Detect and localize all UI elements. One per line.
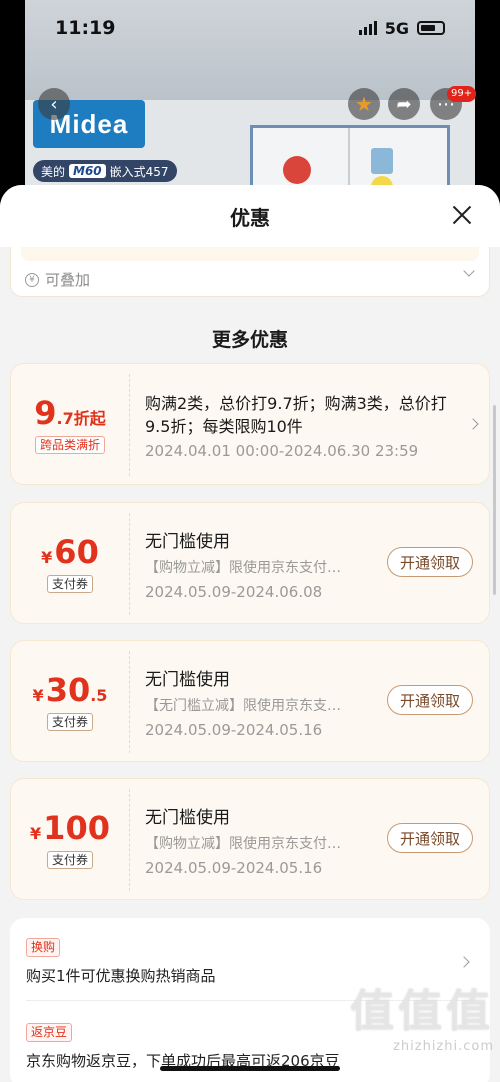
coupon-currency: ¥ — [32, 686, 44, 705]
coupon-amount: 30 — [45, 671, 91, 709]
claim-coupon-button[interactable]: 开通领取 — [387, 823, 473, 853]
signal-icon — [358, 21, 377, 35]
home-indicator[interactable] — [160, 1066, 340, 1071]
network-label: 5G — [384, 18, 409, 38]
coupon-tag: 支付券 — [46, 713, 93, 731]
coupon-currency: ¥ — [41, 548, 53, 567]
watermark: 值值值 zhizhizhi.com — [350, 986, 494, 1054]
sheet-header: 优惠 — [0, 185, 500, 247]
coupon-card: ¥30.5 支付券 无门槛使用 【无门槛立减】限使用京东支… 2024.05.0… — [10, 640, 490, 762]
back-icon[interactable]: ‹ — [38, 88, 70, 120]
coupon-description: 【购物立减】限使用京东支付… — [145, 836, 341, 852]
chevron-right-icon[interactable] — [467, 418, 479, 430]
discount-date: 2024.04.01 00:00-2024.06.30 23:59 — [145, 442, 419, 460]
offers-sheet: 优惠 ¥ 可叠加 更多优惠 9 .7折起 跨品类满折 购满2类，总价打9.7折；… — [0, 185, 500, 1082]
coupon-title: 无门槛使用 — [145, 670, 230, 690]
chevron-down-icon[interactable] — [463, 265, 475, 277]
favorite-icon[interactable]: ★ — [348, 88, 380, 120]
yen-icon: ¥ — [25, 272, 39, 287]
beans-tag: 返京豆 — [26, 1023, 73, 1042]
coupon-card: ¥100 支付券 无门槛使用 【购物立减】限使用京东支付… 2024.05.09… — [10, 778, 490, 900]
coupon-card: ¥60 支付券 无门槛使用 【购物立减】限使用京东支付… 2024.05.09-… — [10, 502, 490, 624]
status-bar: 11:19 5G — [25, 0, 475, 56]
discount-value: 9 — [34, 394, 57, 432]
coupon-description: 【购物立减】限使用京东支付… — [145, 560, 341, 576]
coupon-tag: 支付券 — [46, 575, 93, 593]
discount-card[interactable]: 9 .7折起 跨品类满折 购满2类，总价打9.7折；购满3类，总价打9.5折；每… — [10, 363, 490, 485]
coupon-date: 2024.05.09-2024.06.08 — [145, 583, 323, 601]
discount-tag: 跨品类满折 — [34, 436, 105, 454]
coupon-date: 2024.05.09-2024.05.16 — [145, 859, 323, 877]
claim-coupon-button[interactable]: 开通领取 — [387, 685, 473, 715]
stackable-label: 可叠加 — [45, 271, 91, 289]
coupon-date: 2024.05.09-2024.05.16 — [145, 721, 323, 739]
discount-suffix: .7折起 — [56, 409, 106, 428]
share-icon[interactable]: ➦ — [388, 88, 420, 120]
sheet-title: 优惠 — [230, 205, 270, 230]
coupon-description: 【无门槛立减】限使用京东支… — [145, 698, 341, 714]
model-tag: 美的 M60 嵌入式457 — [33, 160, 177, 182]
coupon-amount: 100 — [43, 809, 110, 847]
trade-in-tag: 换购 — [26, 938, 61, 957]
scrollbar[interactable] — [493, 405, 496, 595]
discount-description: 购满2类，总价打9.7折；购满3类，总价打9.5折；每类限购10件 — [145, 394, 447, 436]
coupon-title: 无门槛使用 — [145, 532, 230, 552]
battery-icon — [417, 21, 445, 35]
message-badge: 99+ — [447, 86, 477, 102]
claim-coupon-button[interactable]: 开通领取 — [387, 547, 473, 577]
stackable-card[interactable]: ¥ 可叠加 — [10, 247, 490, 297]
coupon-title: 无门槛使用 — [145, 808, 230, 828]
coupon-tag: 支付券 — [46, 851, 93, 869]
close-icon[interactable] — [450, 203, 474, 227]
coupon-currency: ¥ — [30, 824, 42, 843]
more-offers-title: 更多优惠 — [211, 329, 288, 351]
status-time: 11:19 — [55, 17, 116, 39]
coupon-decimal: .5 — [90, 686, 108, 705]
coupon-amount: 60 — [54, 533, 99, 571]
